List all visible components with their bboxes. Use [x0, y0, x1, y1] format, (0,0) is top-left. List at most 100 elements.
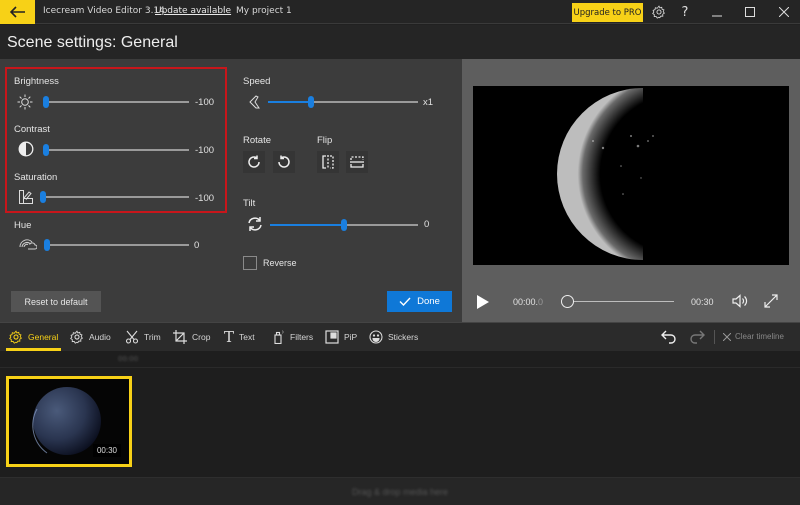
page-title: Scene settings: General [7, 34, 178, 51]
speed-value: x1 [423, 97, 434, 108]
saturation-icon [17, 189, 35, 205]
tilt-slider[interactable] [270, 219, 418, 231]
minimize-icon [712, 15, 722, 17]
rotate-cw-icon [248, 155, 260, 168]
current-time: 00:00.0 [513, 297, 544, 307]
speed-icon [246, 94, 264, 110]
duration: 00:30 [691, 297, 714, 307]
gear-icon [652, 5, 665, 19]
clear-timeline-button[interactable]: Clear timeline [723, 322, 784, 351]
slider-thumb[interactable] [43, 96, 49, 108]
expand-icon [764, 294, 778, 308]
rotate-counterclockwise-button[interactable] [273, 151, 295, 173]
settings-button[interactable] [649, 3, 669, 21]
project-name: My project 1 [236, 6, 292, 16]
close-icon [779, 7, 789, 17]
video-preview [473, 86, 789, 265]
tab-trim[interactable]: Trim [125, 322, 161, 351]
tab-crop[interactable]: Crop [173, 322, 210, 351]
tab-audio[interactable]: Audio [70, 322, 111, 351]
clip-duration: 00:30 [92, 444, 121, 457]
reset-to-default-button[interactable]: Reset to default [11, 291, 101, 312]
title-bar: Icecream Video Editor 3.14 · Update avai… [0, 0, 800, 24]
smiley-icon [369, 329, 383, 344]
tab-filters[interactable]: Filters [273, 322, 313, 351]
contrast-label: Contrast [14, 124, 50, 135]
brightness-value: -100 [195, 97, 215, 108]
fullscreen-button[interactable] [763, 293, 779, 309]
slider-thumb[interactable] [43, 144, 49, 156]
speed-label: Speed [243, 76, 271, 87]
upgrade-button[interactable]: Upgrade to PRO [572, 3, 643, 22]
done-button[interactable]: Done [387, 291, 452, 312]
hue-value: 0 [194, 240, 200, 251]
play-button[interactable] [474, 293, 492, 311]
saturation-slider[interactable] [40, 191, 189, 203]
hue-slider[interactable] [44, 239, 189, 251]
tilt-value: 0 [424, 219, 430, 230]
text-icon: T [224, 327, 235, 346]
checkmark-icon [399, 297, 411, 306]
media-dropzone[interactable]: Drag & drop media here [0, 477, 800, 505]
flip-horizontal-icon [322, 155, 334, 169]
crop-icon [173, 329, 187, 344]
undo-button[interactable] [661, 322, 677, 351]
close-button[interactable] [774, 3, 794, 21]
contrast-icon [17, 141, 35, 157]
done-label: Done [417, 296, 440, 307]
minimize-button[interactable] [707, 3, 727, 21]
slider-thumb[interactable] [40, 191, 46, 203]
tab-stickers[interactable]: Stickers [369, 322, 418, 351]
rotate-ccw-icon [278, 155, 290, 168]
flip-horizontal-button[interactable] [317, 151, 339, 173]
tilt-label: Tilt [243, 198, 256, 209]
tilt-icon [246, 216, 264, 232]
dropzone-text: Drag & drop media here [351, 486, 449, 497]
sun-icon [16, 94, 34, 110]
playback-scrubber[interactable] [561, 295, 574, 308]
timeline-clip[interactable]: 00:30 [6, 376, 132, 467]
separator: · [146, 5, 149, 15]
reverse-label: Reverse [263, 258, 297, 268]
ruler-label: 00:00 [118, 355, 139, 363]
rotate-label: Rotate [243, 135, 271, 146]
earth-image [557, 86, 789, 265]
undo-icon [661, 330, 676, 344]
tab-text[interactable]: T Text [224, 322, 255, 351]
saturation-value: -100 [195, 193, 215, 204]
flip-vertical-button[interactable] [346, 151, 368, 173]
redo-icon [690, 330, 705, 344]
tab-general[interactable]: General [9, 322, 58, 351]
update-available-link[interactable]: Update available [155, 6, 231, 16]
help-button[interactable]: ? [675, 3, 695, 21]
spray-icon [274, 329, 284, 344]
slider-thumb[interactable] [308, 96, 315, 108]
speaker-icon [731, 294, 747, 308]
redo-button[interactable] [689, 322, 705, 351]
saturation-label: Saturation [14, 172, 58, 183]
hue-label: Hue [14, 220, 32, 231]
contrast-slider[interactable] [43, 144, 189, 156]
maximize-icon [745, 7, 755, 17]
rotate-clockwise-button[interactable] [243, 151, 265, 173]
slider-thumb[interactable] [341, 219, 347, 231]
hue-icon [18, 237, 37, 251]
close-icon [723, 332, 731, 341]
volume-button[interactable] [731, 293, 749, 309]
brightness-slider[interactable] [43, 96, 189, 108]
page-header: Scene settings: General [0, 25, 800, 59]
back-button[interactable] [0, 0, 35, 24]
flip-vertical-icon [350, 156, 364, 168]
speed-slider[interactable] [268, 96, 418, 108]
arrow-left-icon [9, 6, 25, 18]
tab-pip[interactable]: PiP [325, 322, 357, 351]
reverse-checkbox[interactable] [243, 256, 257, 270]
maximize-button[interactable] [740, 3, 760, 21]
pip-icon [325, 329, 339, 344]
contrast-value: -100 [195, 145, 215, 156]
slider-thumb[interactable] [44, 239, 50, 251]
scissors-icon [125, 330, 139, 344]
toolbar-divider [714, 330, 715, 344]
gear-icon [9, 329, 23, 344]
playback-track[interactable] [567, 301, 674, 302]
